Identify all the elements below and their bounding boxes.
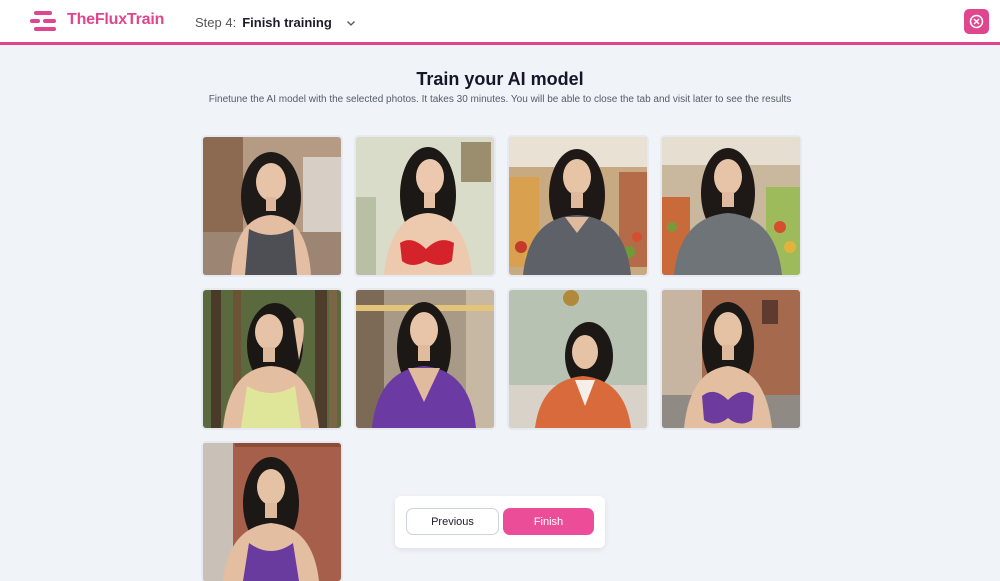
photo-tile[interactable] — [356, 137, 494, 275]
page-subtitle: Finetune the AI model with the selected … — [208, 94, 792, 105]
portrait-photo — [662, 137, 800, 275]
portrait-photo — [509, 290, 647, 428]
close-button[interactable] — [964, 9, 989, 34]
portrait-photo — [356, 137, 494, 275]
app-name: TheFluxTrain — [67, 11, 165, 28]
previous-button[interactable]: Previous — [406, 508, 499, 535]
photo-tile[interactable] — [662, 290, 800, 428]
photo-tile[interactable] — [662, 137, 800, 275]
finish-button[interactable]: Finish — [503, 508, 594, 535]
portrait-photo — [356, 290, 494, 428]
portrait-photo — [203, 137, 341, 275]
footer-actions: Previous Finish — [395, 496, 605, 548]
step-name: Finish training — [242, 15, 332, 30]
close-icon — [969, 14, 984, 29]
photo-tile[interactable] — [509, 290, 647, 428]
photo-tile[interactable] — [203, 290, 341, 428]
page-title: Train your AI model — [416, 69, 584, 89]
portrait-photo — [662, 290, 800, 428]
top-bar: TheFluxTrain Step 4: Finish training — [0, 0, 1000, 45]
portrait-photo — [203, 443, 341, 581]
photo-tile[interactable] — [203, 137, 341, 275]
portrait-photo — [203, 290, 341, 428]
chevron-down-icon — [346, 20, 355, 26]
step-prefix: Step 4: — [195, 15, 237, 30]
photo-tile[interactable] — [203, 443, 341, 581]
portrait-photo — [509, 137, 647, 275]
step-selector[interactable]: Step 4: Finish training — [195, 15, 356, 30]
photo-tile[interactable] — [356, 290, 494, 428]
logo-icon — [30, 11, 56, 31]
photo-tile[interactable] — [509, 137, 647, 275]
